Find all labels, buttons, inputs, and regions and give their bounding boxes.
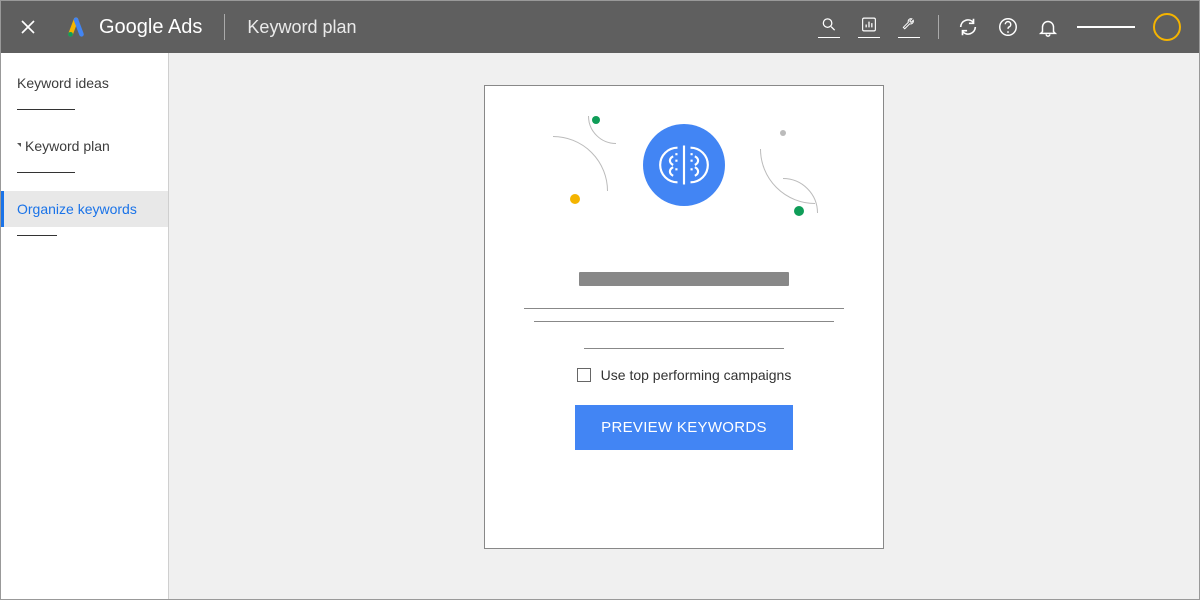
main-content: Use top performing campaigns PREVIEW KEY…: [169, 53, 1199, 599]
text-placeholder: [534, 321, 834, 322]
decorative-arc: [498, 136, 608, 246]
divider: [938, 15, 939, 39]
decorative-arc: [748, 178, 818, 248]
bell-icon[interactable]: [1037, 16, 1059, 38]
checkbox-box: [577, 368, 591, 382]
preview-keywords-button[interactable]: PREVIEW KEYWORDS: [575, 405, 793, 450]
wrench-icon[interactable]: [898, 16, 920, 38]
google-ads-logo-icon: [65, 16, 87, 38]
organize-card: Use top performing campaigns PREVIEW KEY…: [484, 85, 884, 549]
app-header: Google Ads Keyword plan: [1, 1, 1199, 53]
sidebar-separator: [17, 109, 75, 110]
chevron-down-icon: [17, 143, 21, 150]
divider: [224, 14, 225, 40]
header-tools: [818, 13, 1181, 41]
sidebar-separator: [17, 235, 57, 236]
sidebar-item-organize-keywords[interactable]: Organize keywords: [1, 191, 168, 227]
account-placeholder[interactable]: [1077, 26, 1135, 28]
brand-block[interactable]: Google Ads: [65, 16, 202, 39]
sidebar-item-label: Keyword ideas: [17, 75, 109, 91]
page-title: Keyword plan: [247, 17, 356, 38]
layout: Keyword ideas Keyword plan Organize keyw…: [1, 53, 1199, 599]
search-icon[interactable]: [818, 16, 840, 38]
text-placeholder: [524, 308, 844, 309]
decorative-arc: [760, 94, 870, 204]
checkbox-label: Use top performing campaigns: [601, 367, 792, 383]
top-campaigns-checkbox[interactable]: Use top performing campaigns: [577, 367, 792, 383]
decorative-dot: [780, 130, 786, 136]
sidebar-separator: [17, 172, 75, 173]
sidebar-item-keyword-ideas[interactable]: Keyword ideas: [1, 65, 168, 101]
decorative-dot: [794, 206, 804, 216]
avatar[interactable]: [1153, 13, 1181, 41]
bar-chart-icon[interactable]: [858, 16, 880, 38]
refresh-icon[interactable]: [957, 16, 979, 38]
decorative-dot: [592, 116, 600, 124]
help-icon[interactable]: [997, 16, 1019, 38]
brain-icon: [643, 124, 725, 206]
brand-name: Google Ads: [99, 16, 202, 39]
text-placeholder: [584, 348, 784, 349]
illustration: [534, 106, 834, 246]
sidebar-item-label: Keyword plan: [25, 138, 110, 154]
close-icon[interactable]: [19, 18, 37, 36]
decorative-dot: [570, 194, 580, 204]
heading-placeholder: [579, 272, 789, 286]
sidebar: Keyword ideas Keyword plan Organize keyw…: [1, 53, 169, 599]
sidebar-item-keyword-plan[interactable]: Keyword plan: [1, 128, 168, 164]
sidebar-item-label: Organize keywords: [17, 201, 137, 217]
